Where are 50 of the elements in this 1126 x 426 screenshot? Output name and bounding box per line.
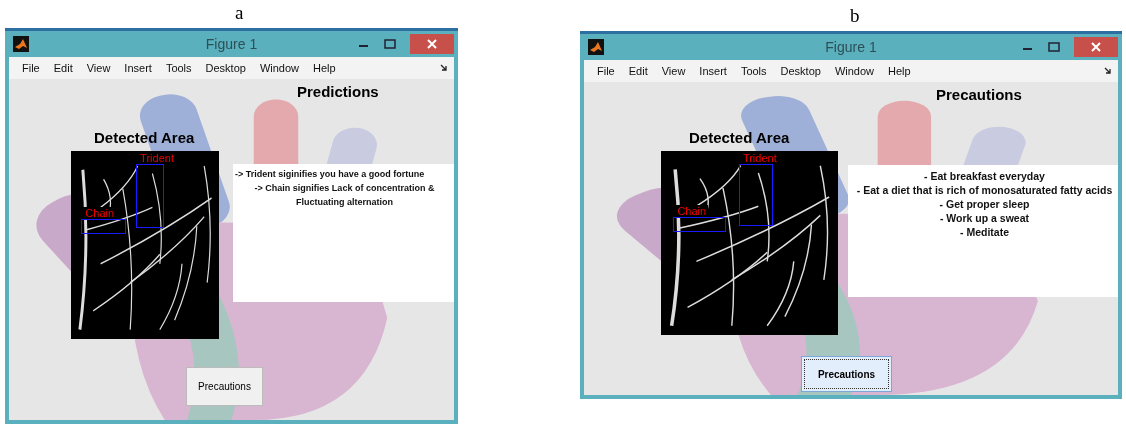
window-title: Figure 1 [205,36,258,52]
text-line: -> Trident siginifies you have a good fortune [234,169,425,179]
maximize-icon[interactable] [384,38,396,50]
menu-item[interactable]: Insert [117,62,159,74]
region-box [81,218,126,234]
menu-item[interactable]: Help [881,65,918,77]
text-line: - Get proper sleep [939,198,1030,210]
menu-item[interactable]: Desktop [773,65,828,77]
menu-item[interactable]: Edit [46,62,80,74]
text-line: - Meditate [960,226,1009,238]
window-title: Figure 1 [825,39,877,55]
region-box [136,164,165,229]
menu-item[interactable]: View [79,62,118,74]
text-line: - Work up a sweat [939,212,1030,224]
text-line: - Eat a diet that is rich of monosaturated fatty acids [856,184,1113,196]
region-box [673,217,727,232]
precautions-button[interactable]: Precautions [186,367,263,406]
close-button[interactable] [1074,37,1118,57]
close-icon [427,39,437,49]
image-title: Detected Area [94,129,195,146]
menu-item[interactable]: Tools [158,62,199,74]
text-line: - Eat breakfast everyday [924,170,1045,182]
app-logo-icon [588,39,604,55]
app-logo-icon [13,36,29,52]
region-label: Chain [675,205,709,218]
menu-item[interactable]: Desktop [198,62,253,74]
region-label: Trident [138,152,176,165]
menu-item[interactable]: Edit [621,65,655,77]
dock-arrow-icon[interactable] [1104,67,1112,75]
menu-item[interactable]: Window [827,65,882,77]
figure-caption: b [850,4,860,28]
dock-arrow-icon[interactable] [440,64,448,72]
figure-caption: a [235,1,244,25]
menu-item[interactable]: File [590,65,622,77]
section-heading: Predictions [297,83,379,100]
menu-item[interactable]: Insert [692,65,734,77]
maximize-icon[interactable] [1048,41,1060,53]
menu-item[interactable]: Tools [733,65,774,77]
precautions-button[interactable]: Precautions [801,356,892,392]
text-line: Fluctuating alternation [296,197,393,207]
close-icon [1091,42,1101,52]
region-box [738,163,773,227]
section-heading: Precautions [936,86,1022,103]
text-line: -> Chain signifies Lack of concentration & [254,183,435,193]
close-button[interactable] [410,34,454,54]
menu-item[interactable]: View [654,65,693,77]
menu-item[interactable]: File [15,62,47,74]
menu-item[interactable]: Window [252,62,307,74]
menu-item[interactable]: Help [306,62,343,74]
image-title: Detected Area [689,129,790,146]
